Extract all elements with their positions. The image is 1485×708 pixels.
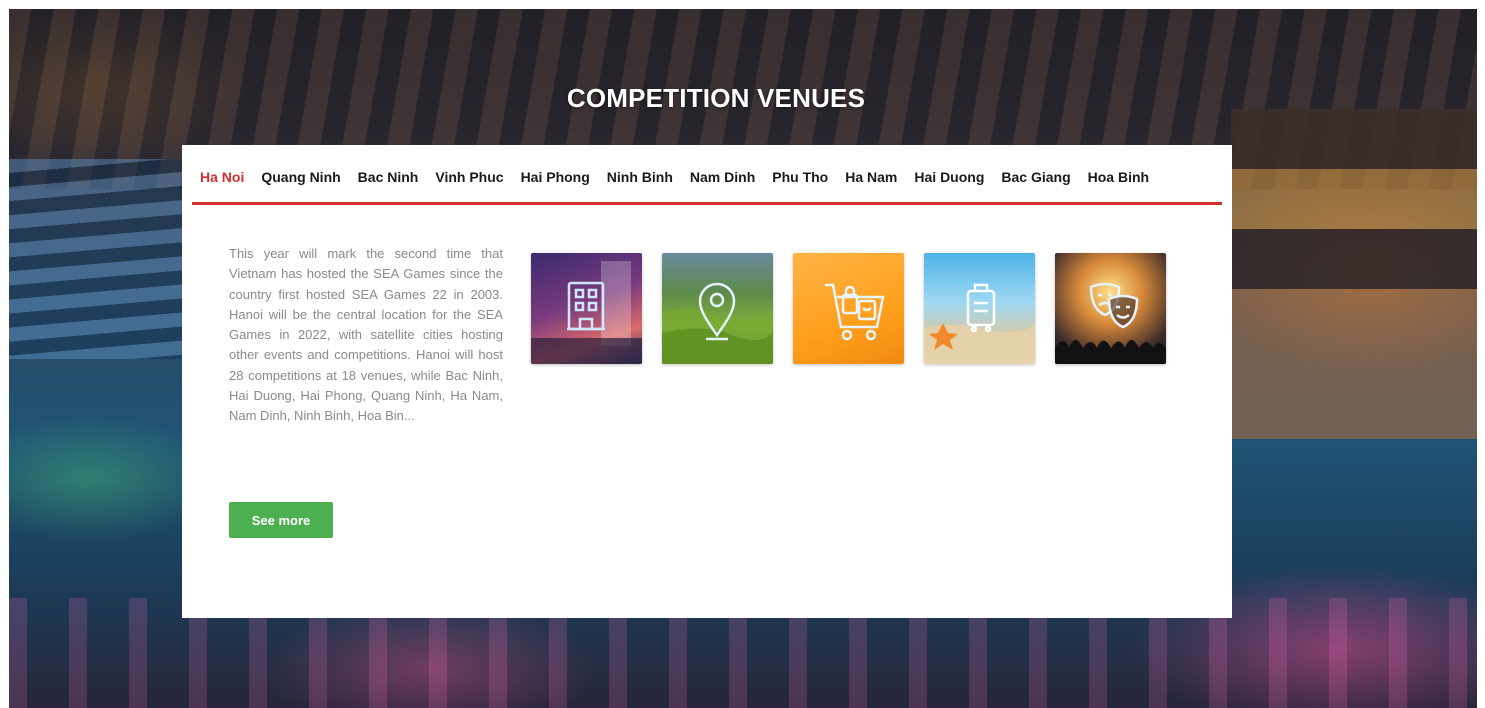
location-pin-icon (662, 282, 773, 364)
see-more-button[interactable]: See more (229, 502, 333, 538)
tab-ninh-binh[interactable]: Ninh Binh (607, 167, 673, 185)
boats-scene (9, 159, 184, 359)
tab-nam-dinh[interactable]: Nam Dinh (690, 167, 755, 185)
entertainment-thumbnail[interactable] (1055, 253, 1166, 364)
province-tabs: Ha Noi Quang Ninh Bac Ninh Vinh Phuc Hai… (192, 167, 1222, 205)
hotel-thumbnail[interactable] (531, 253, 642, 364)
lantern-houses-scene (1231, 109, 1477, 439)
tab-hoa-binh[interactable]: Hoa Binh (1088, 167, 1149, 185)
hotel-icon (531, 261, 642, 364)
venues-card: Ha Noi Quang Ninh Bac Ninh Vinh Phuc Hai… (182, 145, 1232, 618)
shopping-cart-icon (825, 283, 885, 341)
place-thumbnail[interactable] (662, 253, 773, 364)
luggage-icon (924, 283, 1035, 364)
tab-ha-nam[interactable]: Ha Nam (845, 167, 897, 185)
section-title: COMPETITION VENUES (566, 83, 866, 113)
venue-description: This year will mark the second time that… (229, 246, 503, 424)
tab-phu-tho[interactable]: Phu Tho (772, 167, 828, 185)
tab-quang-ninh[interactable]: Quang Ninh (261, 167, 340, 185)
tab-vinh-phuc[interactable]: Vinh Phuc (435, 167, 503, 185)
tab-hai-phong[interactable]: Hai Phong (521, 167, 590, 185)
tab-hai-duong[interactable]: Hai Duong (914, 167, 984, 185)
tab-bac-giang[interactable]: Bac Giang (1001, 167, 1070, 185)
category-thumbnails (531, 253, 1186, 364)
theater-masks-icon (1055, 282, 1166, 364)
tab-bac-ninh[interactable]: Bac Ninh (358, 167, 419, 185)
shopping-thumbnail[interactable] (793, 253, 904, 364)
travel-thumbnail[interactable] (924, 253, 1035, 364)
tab-ha-noi[interactable]: Ha Noi (192, 167, 244, 185)
